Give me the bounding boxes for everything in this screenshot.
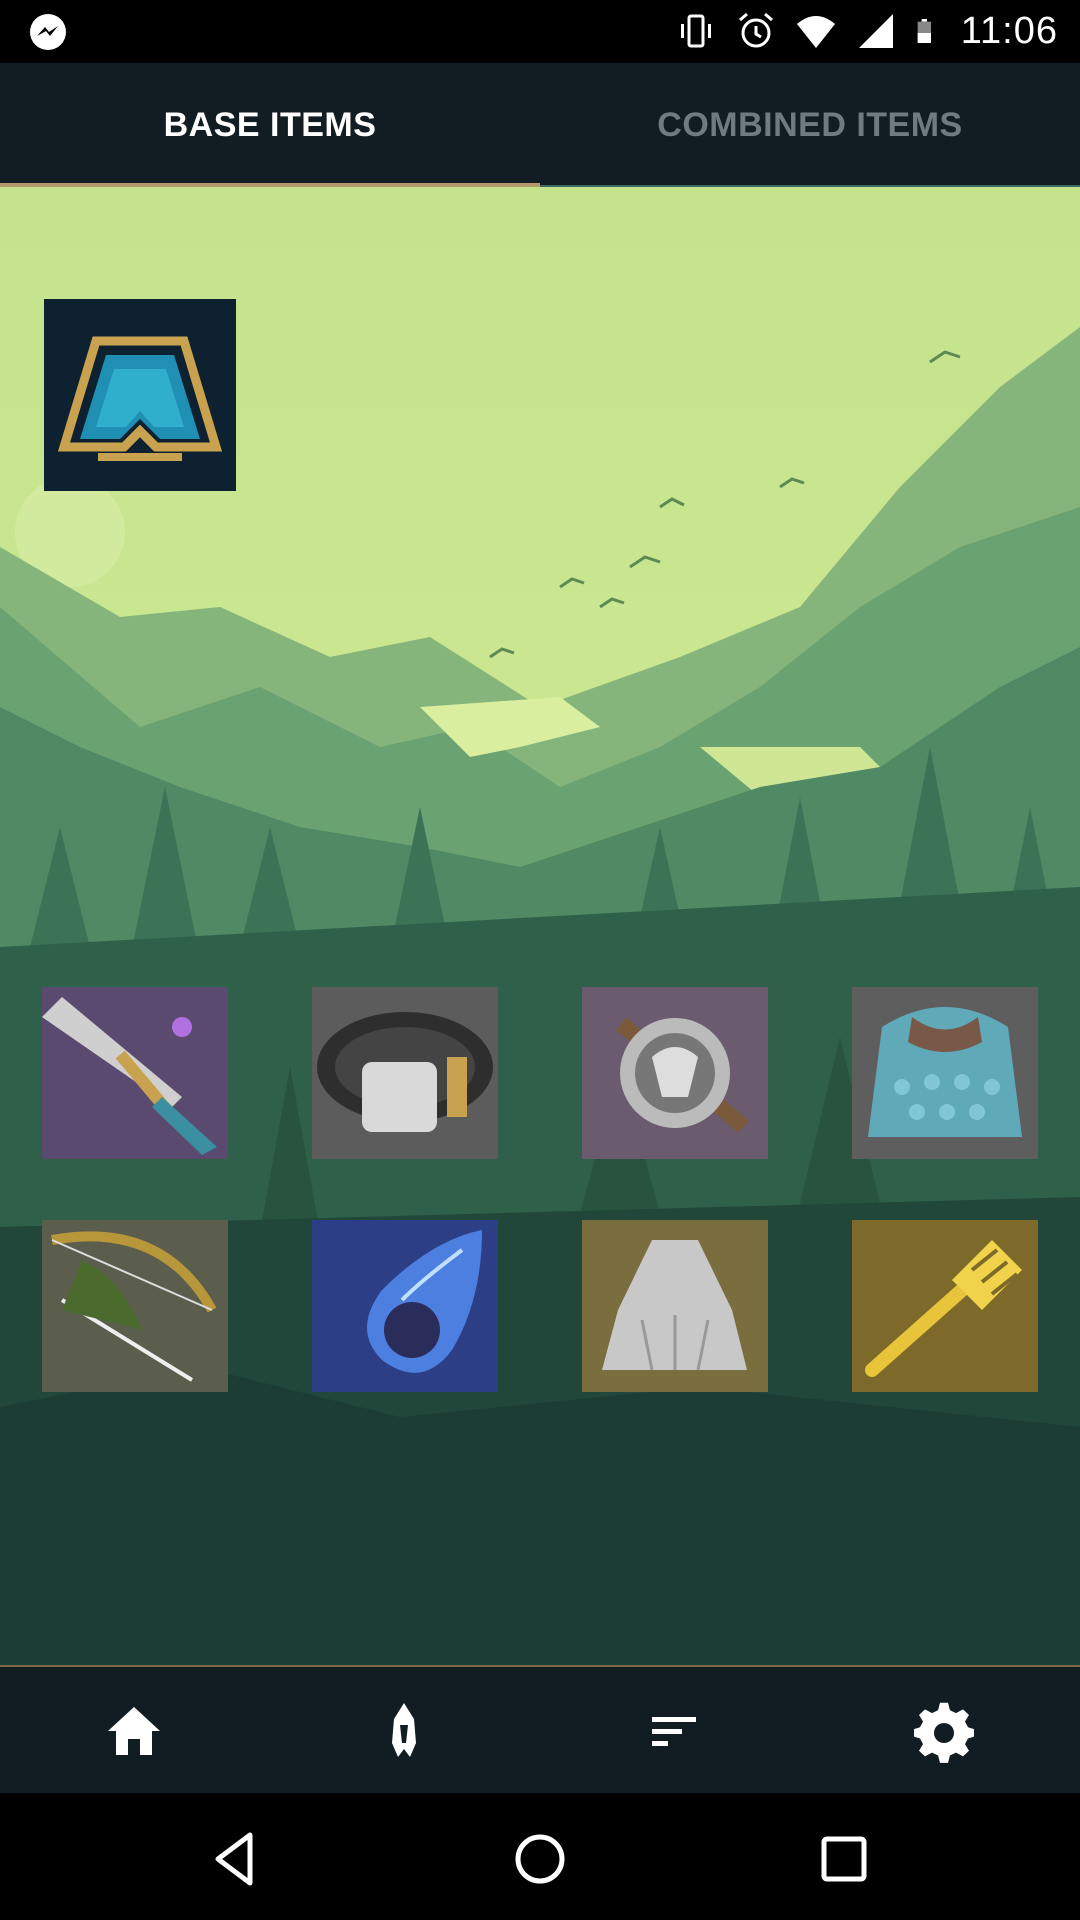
tab-base-items[interactable]: BASE ITEMS <box>0 63 540 187</box>
wifi-icon <box>796 16 835 48</box>
vibrate-icon <box>680 14 711 48</box>
gauntlet-belt-icon <box>312 987 498 1159</box>
chain-vest-icon <box>852 987 1038 1159</box>
status-bar: 11:06 <box>0 0 1080 63</box>
alarm-icon <box>738 12 773 48</box>
battery-icon <box>917 19 931 43</box>
item-tear[interactable] <box>312 1220 498 1392</box>
back-icon[interactable] <box>206 1829 266 1889</box>
home-icon[interactable] <box>102 1699 166 1763</box>
item-cloak[interactable] <box>582 1220 768 1392</box>
item-bow[interactable] <box>42 1220 228 1392</box>
recents-icon[interactable] <box>814 1829 874 1889</box>
sort-icon[interactable] <box>642 1699 706 1763</box>
ram-emblem-icon <box>582 987 768 1159</box>
item-emblem[interactable] <box>582 987 768 1159</box>
messenger-icon <box>30 14 66 50</box>
champion-helmet-icon[interactable] <box>372 1699 436 1763</box>
system-navigation <box>0 1793 1080 1920</box>
item-spatula[interactable] <box>852 1220 1038 1392</box>
bottom-navigation <box>0 1665 1080 1793</box>
cloak-icon <box>582 1220 768 1392</box>
spatula-icon <box>852 1220 1038 1392</box>
tear-icon <box>312 1220 498 1392</box>
clock: 11:06 <box>960 9 1058 52</box>
featured-item[interactable] <box>44 299 236 491</box>
home-circle-icon[interactable] <box>510 1829 570 1889</box>
tab-bar: BASE ITEMS COMBINED ITEMS <box>0 63 1080 189</box>
item-gauntlet[interactable] <box>312 987 498 1159</box>
sword-icon <box>42 987 228 1159</box>
items-panel[interactable] <box>0 187 1080 1665</box>
signal-icon <box>858 14 893 48</box>
settings-icon[interactable] <box>912 1699 976 1763</box>
bow-icon <box>42 1220 228 1392</box>
item-sword[interactable] <box>42 987 228 1159</box>
spatula-emblem-icon <box>44 299 236 491</box>
tab-combined-items[interactable]: COMBINED ITEMS <box>540 63 1080 187</box>
item-vest[interactable] <box>852 987 1038 1159</box>
